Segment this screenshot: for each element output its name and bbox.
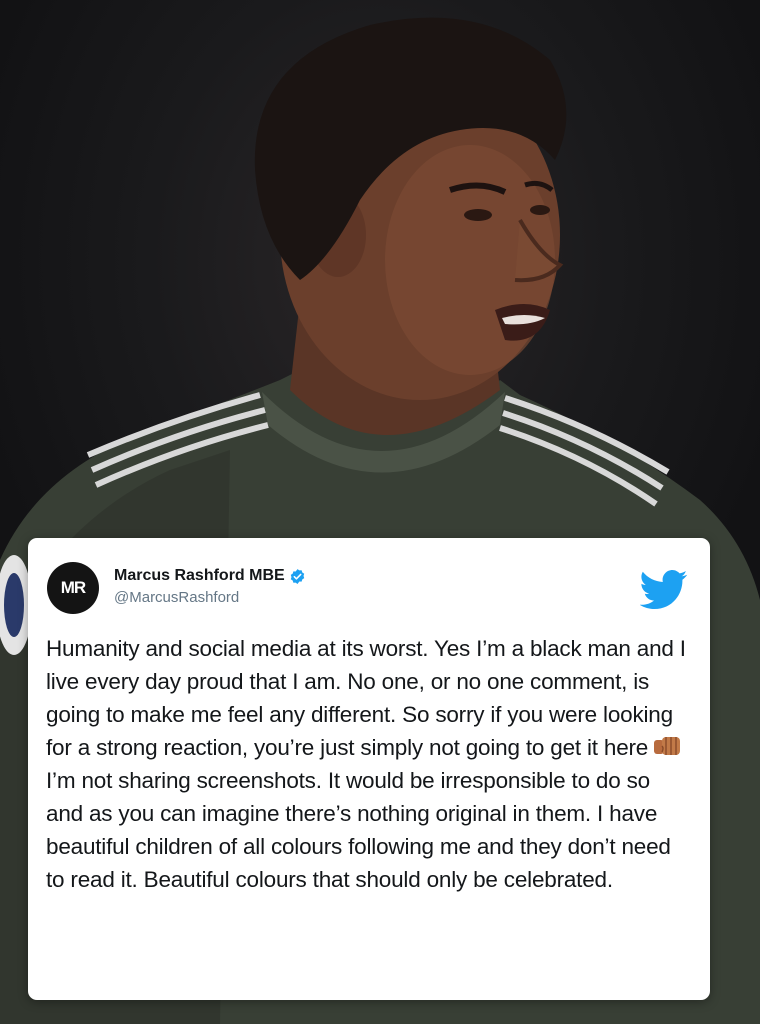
- verified-badge-icon: [290, 568, 304, 584]
- tweet-paragraph: I’m not sharing screenshots. It would be…: [46, 768, 671, 892]
- twitter-bird-icon[interactable]: [640, 570, 688, 610]
- display-name: Marcus Rashford MBE: [114, 567, 285, 584]
- tweet-card: MR Marcus Rashford MBE @MarcusRashford H…: [28, 538, 710, 1000]
- tweet-header: MR Marcus Rashford MBE @MarcusRashford: [46, 560, 692, 620]
- avatar-monogram: MR: [60, 578, 86, 597]
- oncoming-fist-emoji: [654, 737, 681, 755]
- author-block: Marcus Rashford MBE @MarcusRashford: [114, 567, 306, 606]
- tweet-paragraph: Humanity and social media at its worst. …: [46, 632, 692, 764]
- avatar[interactable]: MR: [47, 562, 99, 614]
- author-name-row[interactable]: Marcus Rashford MBE: [114, 567, 306, 585]
- handle[interactable]: @MarcusRashford: [114, 589, 306, 606]
- tweet-body: Humanity and social media at its worst. …: [46, 632, 692, 896]
- tweet-paragraph-text: Humanity and social media at its worst. …: [46, 636, 686, 760]
